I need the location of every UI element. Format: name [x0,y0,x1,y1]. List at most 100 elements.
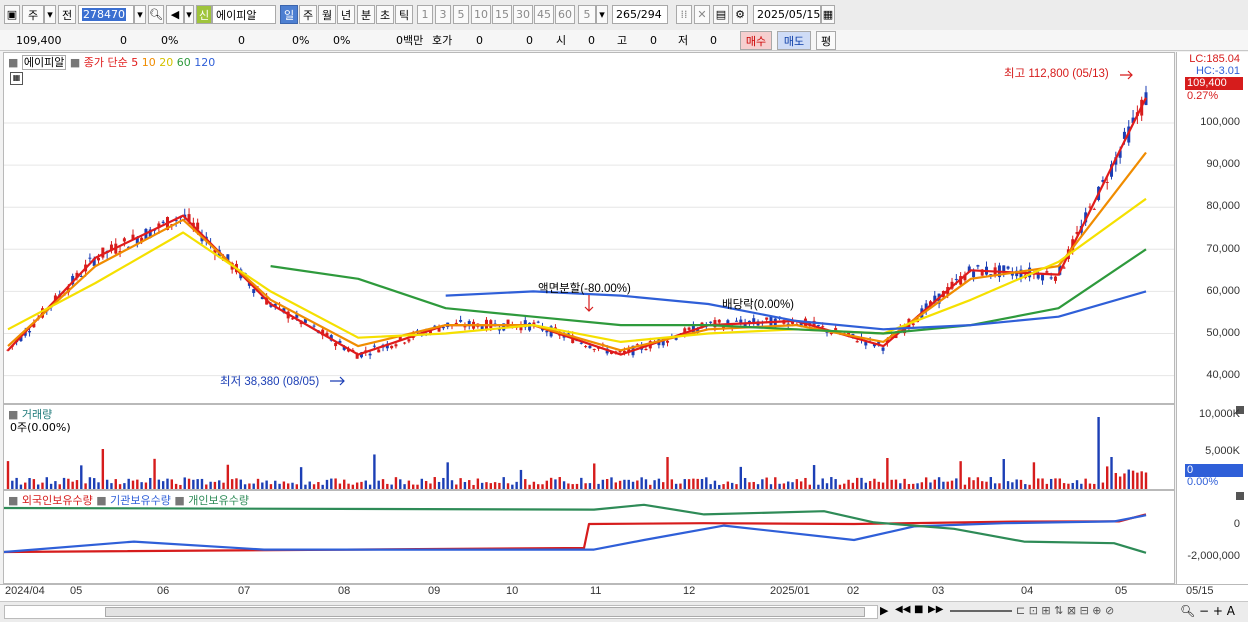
zoom-slider[interactable] [950,610,1012,612]
volume-bar [765,477,768,489]
price-panel[interactable]: ■ 에이피알 ■ 종가 단순 5 10 20 60 120 ▦ 최고 112,8… [3,52,1175,404]
sell-button[interactable]: 매도 [777,31,811,50]
close-icon[interactable] [1236,492,1244,500]
tab-day[interactable]: 일 [280,5,298,24]
volume-axis: 10,000K 5,000K 0 0.00% [1176,404,1248,490]
scroll-thumb[interactable] [105,607,865,617]
volume-bar [62,477,66,489]
volume-bar [860,477,863,489]
volume-bar [149,477,152,489]
tab-month[interactable]: 월 [318,5,336,24]
volume-bar [127,478,130,489]
holdings-axis: 0 -2,000,000 [1176,490,1248,584]
interval-1[interactable]: 1 [417,5,433,24]
interval-3[interactable]: 3 [435,5,451,24]
interval-5-label: 5 [457,8,465,21]
eval-button[interactable]: 평 [816,31,836,50]
save-icon[interactable]: ▤ [713,5,729,24]
candle-body [954,278,958,280]
volume-bar [752,481,755,489]
prev-button[interactable]: 전 [58,5,76,24]
count-input[interactable]: 265/294 [612,5,668,24]
candle-body [1053,276,1057,281]
volume-bar [980,481,984,489]
eval-label: 평 [820,34,832,48]
date-input[interactable]: 2025/05/15 [753,5,821,24]
x-end-label: 05/15 [1186,585,1214,597]
interval-45[interactable]: 45 [534,5,554,24]
candle-body [579,342,583,344]
interval-45-label: 45 [537,8,551,21]
lc-label: LC:185.04 [1189,53,1240,65]
chevron-down-icon[interactable]: ▾ [44,5,56,24]
code-input[interactable]: 278470 [78,5,134,24]
interval-dropdown-icon[interactable]: ▾ [596,5,608,24]
candle-body [687,327,691,330]
speaker-dropdown-icon[interactable]: ▾ [184,5,194,24]
stop-icon[interactable]: ■ [914,604,923,615]
tab-minute[interactable]: 분 [357,5,375,24]
code-value: 278470 [82,8,126,21]
market-select[interactable]: 주 [22,5,44,24]
speaker-icon[interactable]: ◀ [166,5,184,24]
legend-individual: 개인보유수량 [188,494,250,507]
volume-bar [511,484,514,489]
tab-second[interactable]: 초 [376,5,394,24]
buy-button[interactable]: 매수 [740,31,772,50]
volume-bar [364,480,367,489]
interval-30[interactable]: 30 [513,5,533,24]
zoom-icons[interactable]: 🔍︎ − + A [1180,604,1235,618]
legend-ma-5: 5 [131,56,139,69]
volume-bar [136,479,139,489]
gear-icon[interactable]: ⚙ [732,5,748,24]
candle-body [334,343,338,347]
search-icon[interactable]: 🔍︎ [148,5,164,24]
volume-bar [683,479,686,489]
horizontal-scrollbar[interactable] [4,605,878,619]
interval-custom[interactable]: 5 [578,5,596,24]
calendar-icon[interactable]: ▦ [821,5,835,24]
interval-10[interactable]: 10 [471,5,491,24]
table-icon[interactable]: ▦ [10,72,23,85]
tab-year[interactable]: 년 [337,5,355,24]
tab-tick[interactable]: 틱 [395,5,413,24]
volume-bar [386,483,389,489]
volume-bar [192,479,195,489]
volume-bar [774,477,777,489]
candle-body [1049,277,1053,279]
volume-bar [916,483,919,489]
interval-60[interactable]: 60 [555,5,575,24]
hold-y-tick: -2,000,000 [1187,550,1240,562]
volume-bar [718,484,721,489]
volume-bar [808,484,811,489]
candle-body [644,348,648,351]
volume-bar [41,482,44,489]
volume-bar [343,479,346,489]
volume-bar [924,477,928,489]
volume-bar [799,481,803,489]
prev-label: 전 [61,8,73,22]
layout-icon[interactable]: ▣ [4,5,20,24]
volume-bar [131,480,135,489]
stock-name-field[interactable]: 에이피알 [212,5,276,24]
volume-bar [855,477,859,489]
scroll-right-icon[interactable]: ▶ [880,604,888,617]
candle-body [407,339,411,342]
info-badge[interactable]: 신 [196,5,212,24]
grid-icon[interactable]: ⁞⁞ [676,5,692,24]
tool-icons[interactable]: ⊏ ⊡ ⊞ ⇅ ⊠ ⊟ ⊕ ⊘ [1016,604,1114,617]
crosshair-icon[interactable]: ✕ [694,5,710,24]
code-dropdown-icon[interactable]: ▾ [134,5,146,24]
volume-panel[interactable]: ■ 거래량 0주(0.00%) [3,404,1175,490]
tab-week[interactable]: 주 [299,5,317,24]
forward-icon[interactable]: ▶▶ [928,604,943,615]
holdings-panel[interactable]: ■ 외국인보유수량 ■ 기관보유수량 ■ 개인보유수량 [3,490,1175,584]
interval-10-label: 10 [474,8,488,21]
interval-5[interactable]: 5 [453,5,469,24]
volume-bar [942,481,945,489]
rewind-icon[interactable]: ◀◀ [895,604,910,615]
volume-bar [640,477,643,489]
candle-body [1041,274,1045,281]
volume-bar [67,478,70,489]
interval-15[interactable]: 15 [492,5,512,24]
